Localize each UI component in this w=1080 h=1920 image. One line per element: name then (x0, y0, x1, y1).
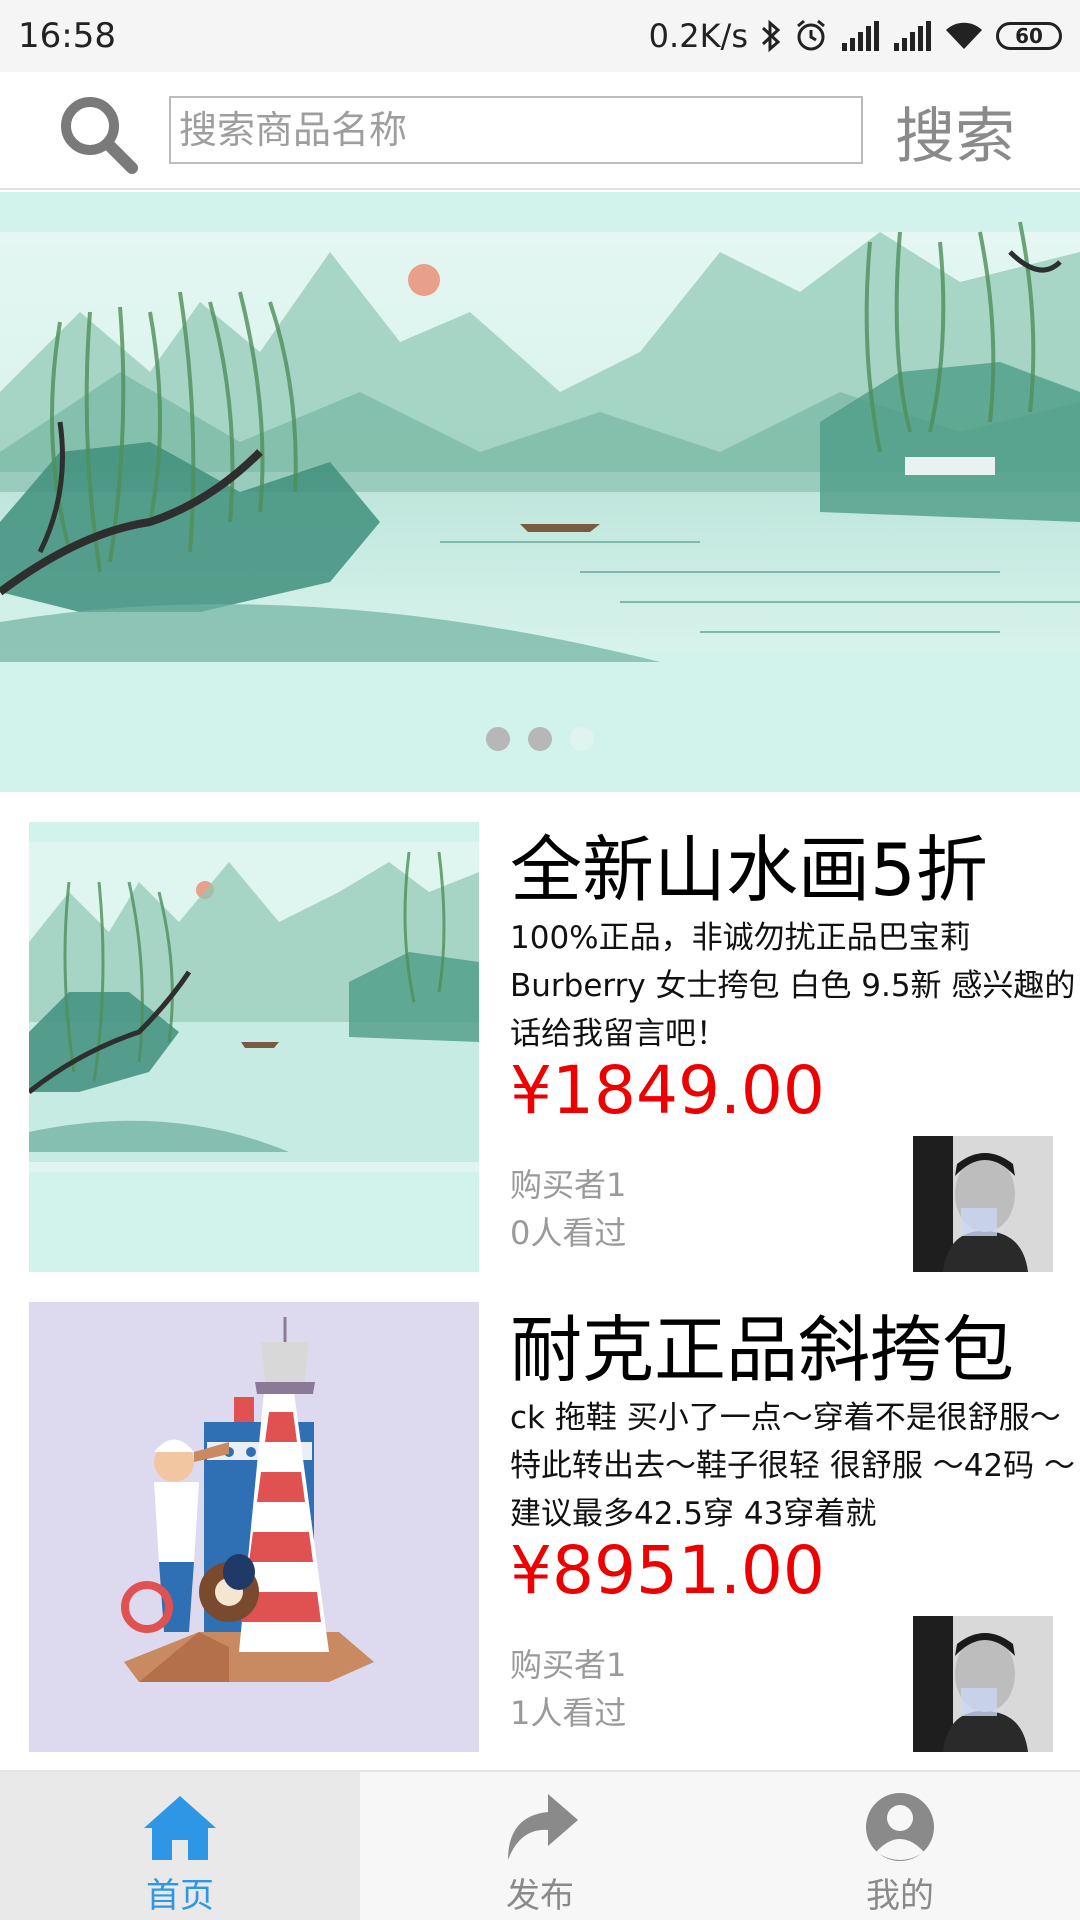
status-icons: 0.2K/s 60 (649, 17, 1062, 55)
wifi-icon (946, 22, 982, 49)
alarm-icon (797, 19, 825, 51)
nav-label-publish: 发布 (506, 1876, 574, 1916)
banner-carousel[interactable] (0, 192, 1080, 792)
product-title[interactable]: 全新山水画5折 (510, 834, 988, 906)
user-icon (866, 1793, 934, 1861)
product-card[interactable]: 全新山水画5折 100%正品，非诚勿扰正品巴宝莉Burberry 女士挎包 白色… (0, 822, 1080, 1302)
landscape-painting-image (0, 192, 1080, 792)
status-bar: 16:58 0.2K/s 60 (0, 0, 1080, 72)
nav-item-mine[interactable]: 我的 (720, 1772, 1080, 1920)
nav-label-home: 首页 (146, 1876, 214, 1916)
product-price: ¥1849.00 (510, 1052, 825, 1129)
banner-dot[interactable] (486, 727, 510, 751)
network-speed: 0.2K/s (648, 17, 748, 55)
banner-indicator (0, 727, 1080, 755)
product-buyer: 购买者1 (510, 1166, 627, 1204)
home-icon (144, 1796, 216, 1860)
product-card[interactable]: 耐克正品斜挎包 ck 拖鞋 买小了一点～穿着不是很舒服～特此转出去～鞋子很轻 很… (0, 1302, 1080, 1782)
product-price: ¥8951.00 (510, 1532, 825, 1609)
signal-icon (894, 21, 931, 51)
search-icon[interactable] (56, 92, 140, 176)
seller-avatar[interactable] (913, 1616, 1053, 1752)
nav-label-mine: 我的 (866, 1876, 934, 1916)
seller-avatar[interactable] (913, 1136, 1053, 1272)
bottom-nav: 首页 发布 我的 (0, 1770, 1080, 1920)
product-title[interactable]: 耐克正品斜挎包 (510, 1314, 1014, 1386)
nav-item-home[interactable]: 首页 (0, 1772, 360, 1920)
banner-dot[interactable] (570, 727, 594, 751)
product-views: 0人看过 (510, 1214, 627, 1252)
status-time: 16:58 (18, 16, 116, 56)
banner-dot-active[interactable] (528, 727, 552, 751)
search-input[interactable] (169, 96, 863, 164)
search-button[interactable]: 搜索 (880, 86, 1030, 176)
product-views: 1人看过 (510, 1694, 627, 1732)
bluetooth-icon (761, 19, 781, 53)
product-description: ck 拖鞋 买小了一点～穿着不是很舒服～特此转出去～鞋子很轻 很舒服 ～42码 … (510, 1400, 1076, 1532)
share-arrow-icon (508, 1794, 578, 1860)
product-thumbnail (29, 822, 479, 1272)
search-bar: 搜索 (0, 72, 1080, 190)
product-buyer: 购买者1 (510, 1646, 627, 1684)
signal-icon (842, 21, 879, 51)
battery-icon: 60 (996, 22, 1062, 50)
product-thumbnail (29, 1302, 479, 1752)
nav-item-publish[interactable]: 发布 (360, 1772, 720, 1920)
product-description: 100%正品，非诚勿扰正品巴宝莉Burberry 女士挎包 白色 9.5新 感兴… (510, 920, 1076, 1052)
